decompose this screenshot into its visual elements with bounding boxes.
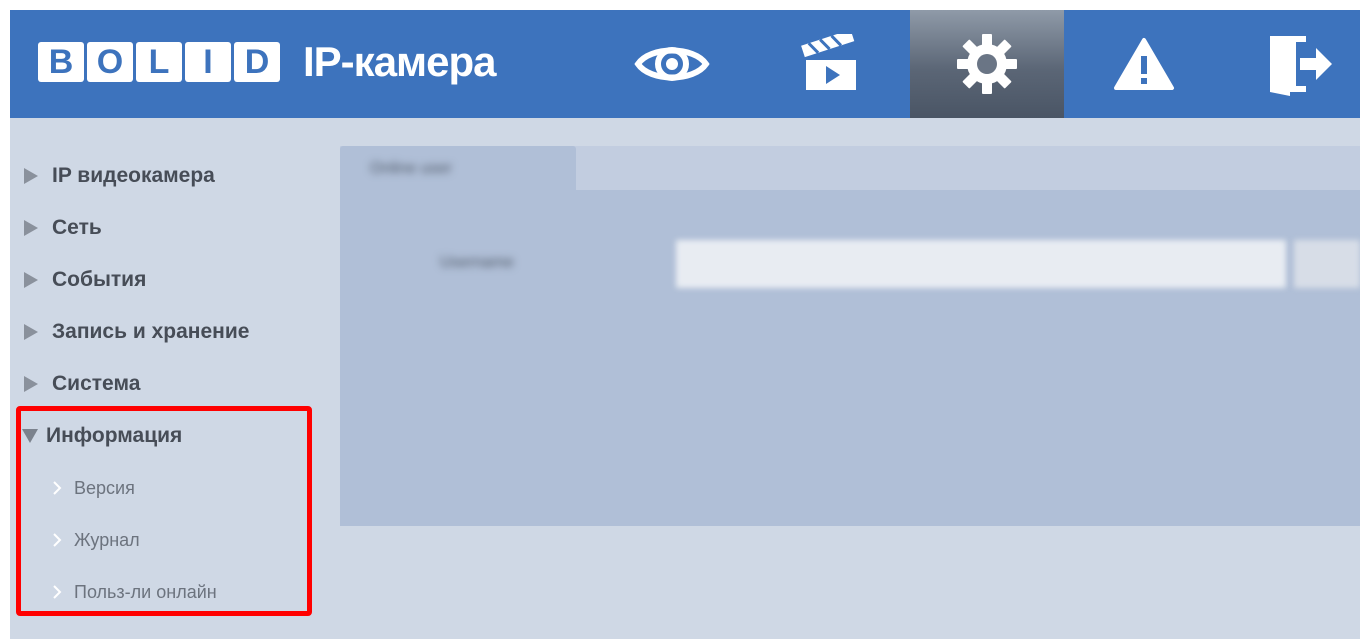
app-title: IP-камера bbox=[303, 38, 496, 85]
bolid-logo: B O L I D bbox=[38, 42, 283, 82]
sidebar-item-label: IP видеокамера bbox=[52, 164, 215, 187]
sidebar-item-system[interactable]: Система bbox=[18, 358, 338, 410]
sidebar-item-label: Запись и хранение bbox=[52, 320, 250, 343]
sidebar-item-ip-camera[interactable]: IP видеокамера bbox=[18, 150, 338, 202]
exit-icon bbox=[1270, 36, 1332, 96]
triangle-right-icon bbox=[24, 376, 52, 392]
tab-label: Online user bbox=[370, 160, 452, 177]
highlight-annotation bbox=[16, 406, 312, 616]
sidebar-item-label: Система bbox=[52, 372, 141, 395]
settings-button[interactable] bbox=[910, 10, 1064, 118]
logo-letter: D bbox=[234, 42, 280, 82]
logo: B O L I D IP-камера bbox=[38, 40, 496, 84]
refresh-button[interactable] bbox=[1294, 240, 1360, 288]
sidebar-item-network[interactable]: Сеть bbox=[18, 202, 338, 254]
logo-letter: L bbox=[136, 42, 182, 82]
triangle-right-icon bbox=[24, 324, 52, 340]
field-label: Username bbox=[440, 254, 514, 271]
clapperboard-icon bbox=[801, 34, 856, 90]
live-view-button[interactable] bbox=[600, 10, 744, 118]
tab-online-users[interactable]: Online user bbox=[340, 146, 576, 194]
logo-letter: O bbox=[87, 42, 133, 82]
triangle-right-icon bbox=[24, 168, 52, 184]
gear-icon bbox=[957, 34, 1017, 94]
sidebar-item-storage[interactable]: Запись и хранение bbox=[18, 306, 338, 358]
username-field bbox=[676, 240, 1286, 288]
warning-icon bbox=[1114, 38, 1174, 90]
eye-icon bbox=[634, 47, 710, 81]
logo-letter: B bbox=[38, 42, 84, 82]
sidebar-item-label: Сеть bbox=[52, 216, 102, 239]
triangle-right-icon bbox=[24, 220, 52, 236]
logout-button[interactable] bbox=[1246, 10, 1360, 118]
sidebar-item-events[interactable]: События bbox=[18, 254, 338, 306]
triangle-right-icon bbox=[24, 272, 52, 288]
logo-letter: I bbox=[185, 42, 231, 82]
top-bar: B O L I D IP-камера bbox=[10, 10, 1360, 118]
sidebar-item-label: События bbox=[52, 268, 147, 291]
alarm-button[interactable] bbox=[1072, 10, 1216, 118]
playback-button[interactable] bbox=[758, 10, 902, 118]
